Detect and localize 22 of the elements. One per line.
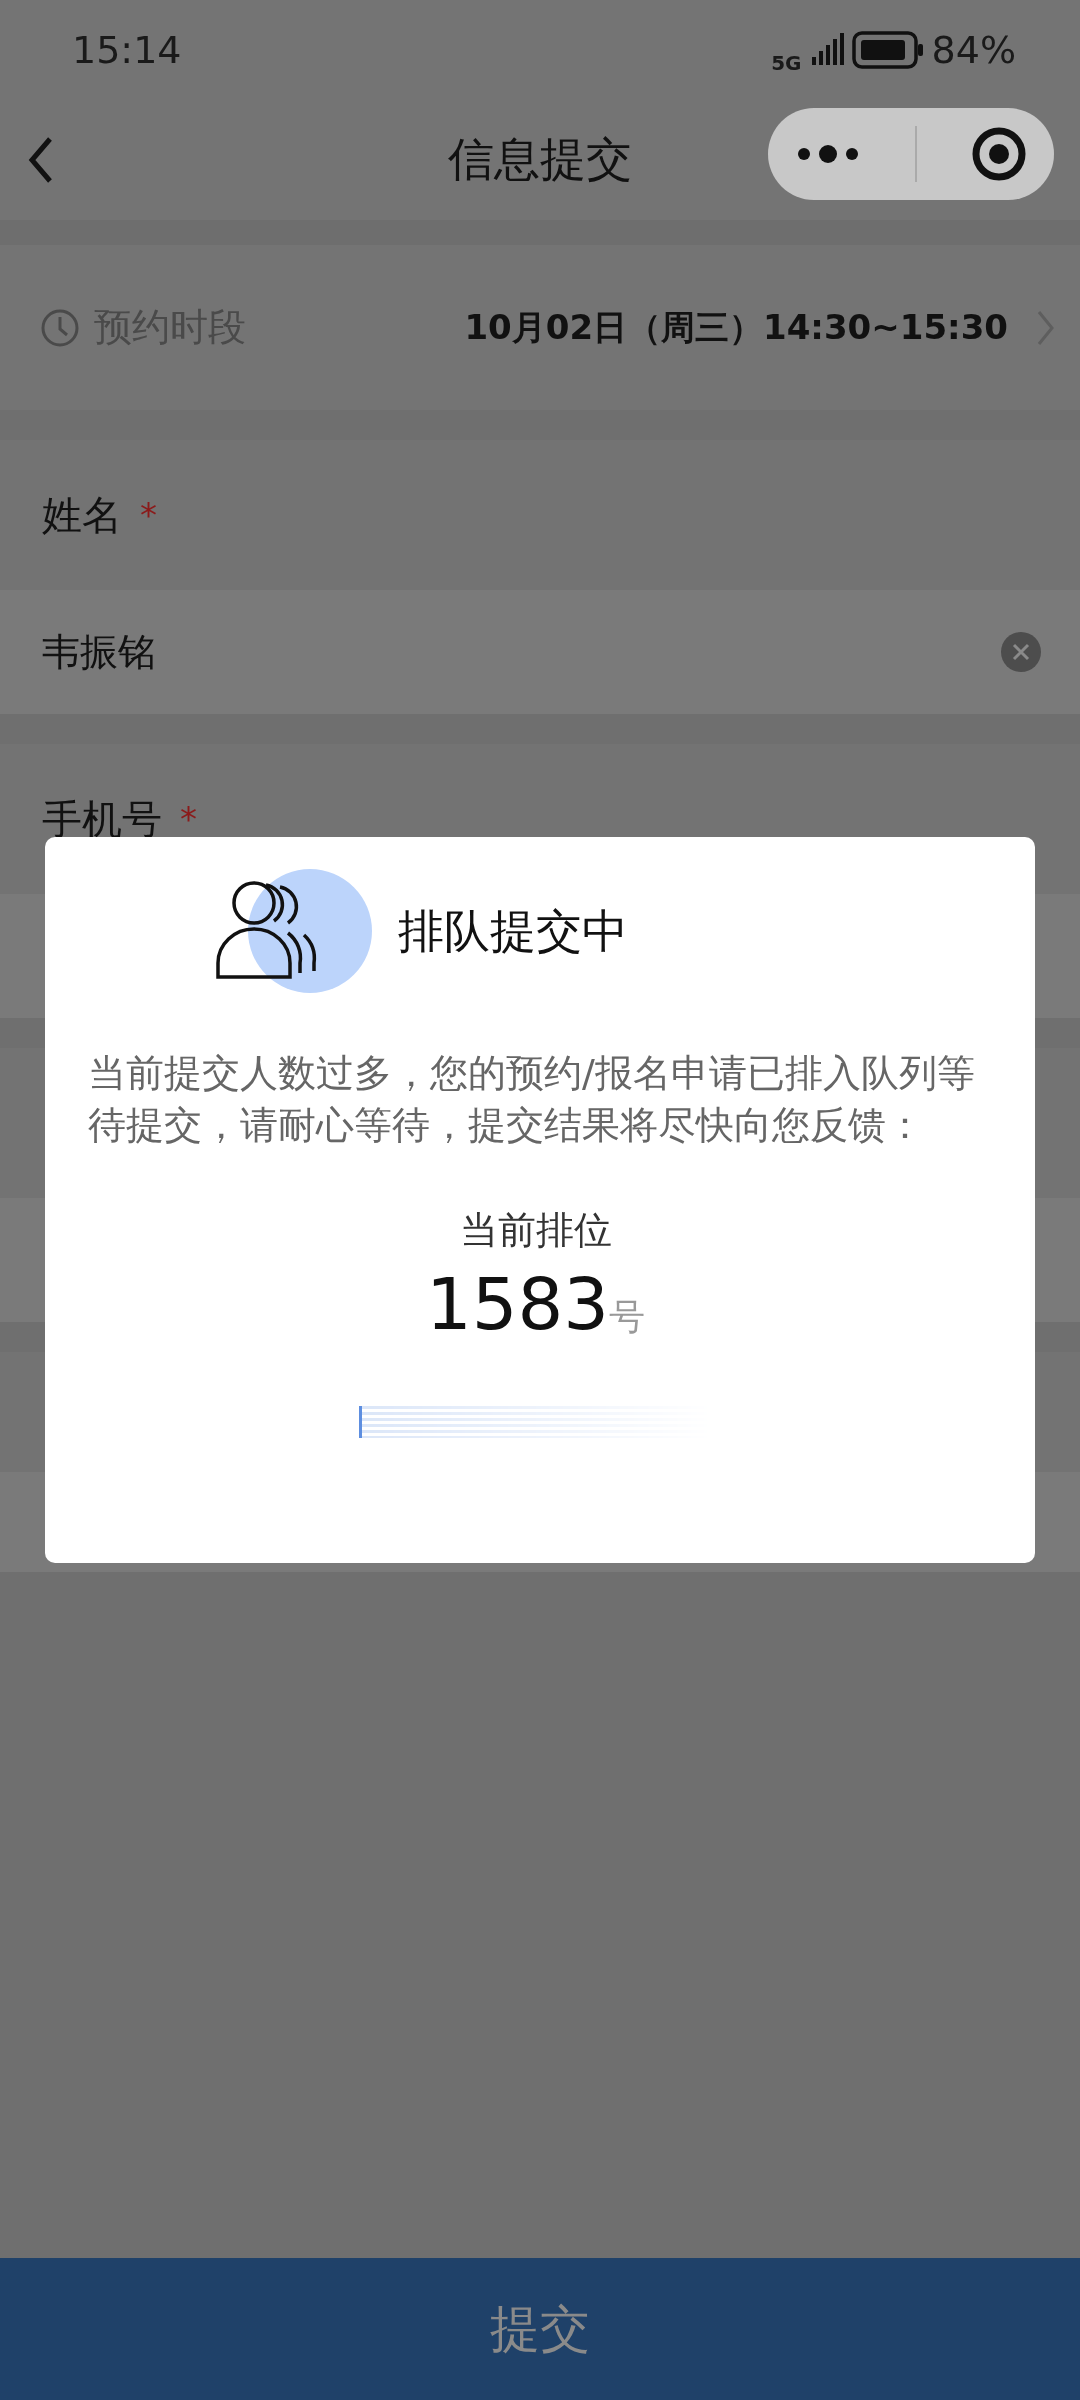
field-label: 手机号: [42, 794, 162, 844]
number-unit: 号: [609, 1295, 646, 1339]
close-icon[interactable]: [972, 127, 1027, 181]
battery-percent: 84%: [931, 28, 1016, 72]
clear-icon[interactable]: [1000, 631, 1042, 673]
more-icon[interactable]: [795, 144, 860, 164]
network-type: 5G: [771, 51, 802, 75]
reservation-value: 10月02日（周三）14:30~15:30: [464, 305, 1008, 349]
clock-icon: [40, 307, 80, 348]
required-mark: *: [180, 799, 197, 839]
dialog-message: 当前提交人数过多，您的预约/报名申请已排入队列等待提交，请耐心等待，提交结果将尽快向您反馈：: [88, 1050, 976, 1149]
input-field[interactable]: 韦振铭: [0, 590, 1080, 714]
queue-number: 1583: [425, 1262, 610, 1346]
signal-icon: [809, 33, 844, 67]
dialog-title: 排队提交中: [398, 903, 628, 960]
required-mark: *: [140, 495, 157, 535]
submit-button[interactable]: 提交: [0, 2258, 1080, 2400]
battery-icon: [851, 31, 924, 69]
field-label: 姓名: [42, 490, 122, 540]
queue-position-label: 当前排位: [459, 1207, 612, 1254]
status-time: 15:14: [72, 28, 182, 72]
page-title: 信息提交: [448, 131, 632, 188]
